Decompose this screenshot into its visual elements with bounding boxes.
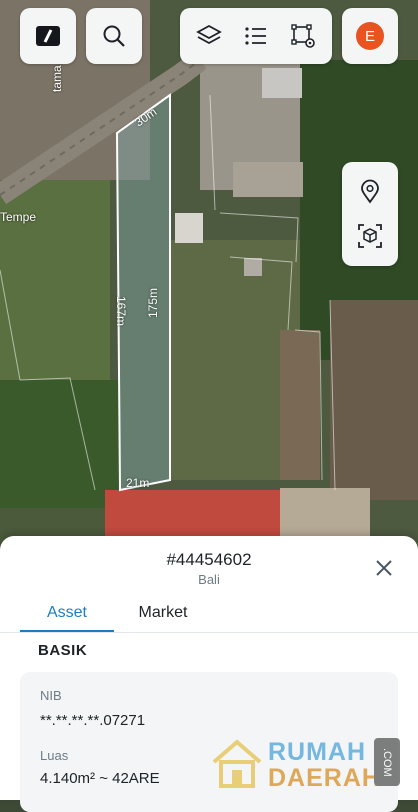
section-title: BASIK: [38, 642, 88, 659]
parcel-id: #44454602: [166, 550, 252, 569]
area-label: Tempe: [0, 210, 37, 224]
watermark: RUMAH DAERAH .COM: [208, 734, 408, 792]
watermark-line2: DAERAH: [268, 764, 381, 792]
polygon-settings-icon[interactable]: [289, 22, 317, 50]
side-controls: [342, 162, 398, 266]
list-icon[interactable]: [242, 22, 270, 50]
profile-button[interactable]: E: [342, 8, 398, 64]
tab-market[interactable]: Market: [128, 604, 198, 622]
tab-divider: [0, 632, 418, 633]
map-tools-group: [180, 8, 332, 64]
dimension-bottom: 21m: [126, 476, 150, 490]
close-button[interactable]: [370, 556, 398, 584]
parcel-region: Bali: [198, 572, 220, 587]
nib-label: NIB: [40, 688, 62, 703]
search-icon: [100, 22, 128, 50]
area-size-label: Luas: [40, 748, 69, 763]
close-icon: [375, 559, 393, 582]
tab-asset[interactable]: Asset: [20, 604, 114, 622]
search-button[interactable]: [86, 8, 142, 64]
dimension-left: 167m: [114, 295, 129, 327]
dimension-right: 175m: [146, 287, 161, 319]
street-label: tama: [50, 65, 64, 92]
cube-scan-icon[interactable]: [356, 222, 384, 250]
watermark-suffix: .COM: [374, 738, 400, 786]
satellite-map[interactable]: tama Tempe 30m 167m 175m 21m: [0, 0, 418, 560]
logo-button[interactable]: [20, 8, 76, 64]
nib-value: **.**.**.**.07271: [40, 712, 146, 729]
house-logo-icon: [212, 739, 262, 788]
watermark-line1: RUMAH: [268, 738, 367, 766]
avatar: E: [356, 22, 384, 50]
area-size-value: 4.140m² ~ 42ARE: [40, 770, 160, 787]
location-pin-icon[interactable]: [356, 178, 384, 206]
layers-icon[interactable]: [195, 22, 223, 50]
logo-icon: [34, 22, 62, 50]
